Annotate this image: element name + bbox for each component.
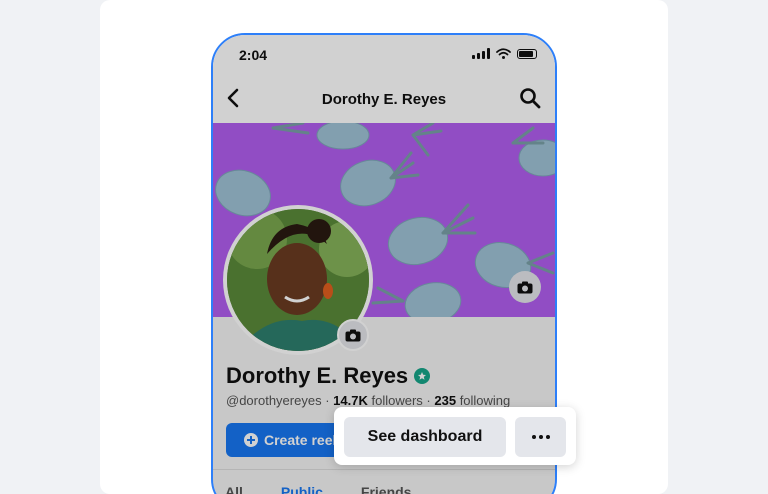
avatar-camera-button[interactable] — [337, 319, 369, 351]
post-filter-tabs: All Public Friends — [213, 469, 555, 494]
status-time: 2:04 — [239, 47, 268, 63]
more-options-button[interactable] — [515, 417, 566, 457]
top-navbar: Dorothy E. Reyes — [213, 75, 555, 123]
plus-icon — [244, 433, 258, 447]
battery-icon — [517, 48, 537, 59]
following-label[interactable]: following — [460, 393, 511, 408]
page-title: Dorothy E. Reyes — [321, 91, 447, 108]
tab-friends[interactable]: Friends — [361, 470, 412, 494]
profile-stats: @dorothyereyes · 14.7K followers · 235 f… — [226, 393, 511, 408]
see-dashboard-button[interactable]: See dashboard — [344, 417, 506, 457]
signal-icon — [472, 48, 490, 59]
followers-label[interactable]: followers — [371, 393, 422, 408]
camera-icon — [345, 329, 361, 341]
profile-name-text: Dorothy E. Reyes — [226, 363, 409, 388]
following-count[interactable]: 235 — [434, 393, 456, 408]
verified-icon — [414, 368, 431, 384]
tab-public[interactable]: Public — [281, 470, 323, 494]
wifi-icon — [496, 48, 511, 59]
status-bar: 2:04 — [213, 35, 555, 75]
status-icons — [472, 48, 537, 59]
create-reel-label: Create reel — [264, 432, 337, 448]
profile-handle: @dorothyereyes — [226, 393, 322, 408]
more-icon — [531, 435, 536, 439]
tab-all[interactable]: All — [225, 470, 243, 494]
cover-camera-button[interactable] — [509, 271, 541, 303]
search-icon[interactable] — [519, 87, 541, 109]
camera-icon — [517, 281, 533, 293]
followers-count[interactable]: 14.7K — [333, 393, 368, 408]
highlight-popup: See dashboard — [334, 407, 576, 465]
profile-name: Dorothy E. Reyes — [226, 363, 431, 389]
